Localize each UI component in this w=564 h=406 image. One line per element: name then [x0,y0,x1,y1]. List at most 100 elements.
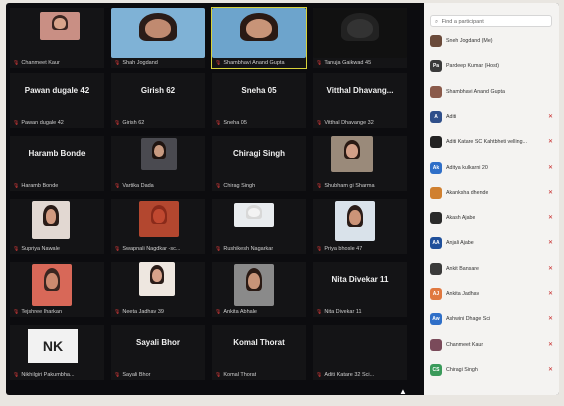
participant-list-item[interactable]: Aditi Katare SC Kahtbheti velling... ✕ [430,134,557,150]
muted-mic-icon[interactable]: ✕ [548,315,553,322]
participant-avatar [430,136,442,149]
muted-mic-icon: 🎙 [316,120,323,126]
participant-list-item[interactable]: Akanksha dhende ✕ [430,185,557,201]
video-tile[interactable]: Haramb Bonde 🎙 Haramb Bonde [10,136,104,191]
participants-panel: ⌕ Find a participant Sneh Jogdand (Me) Pa… [424,3,559,395]
video-tile[interactable]: 🎙 Priya bhosle 47 [313,199,407,254]
muted-mic-icon: 🎙 [215,372,222,378]
participant-name: Neeta Jadhav 39 [122,309,164,315]
participant-name-label: 🎙 Chanmeet Kaur [13,60,60,66]
participant-list-item[interactable]: AJ Ankita Jadhav ✕ [430,286,557,302]
participant-avatar [430,338,442,351]
video-tile[interactable]: Komal Thorat 🎙 Komal Thorat [212,325,306,380]
participant-name: Vartika Dada [122,183,154,189]
muted-mic-icon[interactable]: ✕ [548,113,553,120]
participant-search-input[interactable]: ⌕ Find a participant [430,15,552,27]
participant-list-name: Ankit Bansare [446,265,479,272]
participant-list-name: Akanksha dhende [446,189,489,196]
participant-list-name: Aditi Katare SC Kahtbheti velling... [446,139,527,146]
participant-list-item[interactable]: Ankit Bansare ✕ [430,261,557,277]
video-tile[interactable]: 🎙 Neeta Jadhav 39 [111,262,205,317]
video-tile[interactable]: Sneha 05 🎙 Sneha 05 [212,73,306,128]
video-tile[interactable]: 🎙 Supriya Nawale [10,199,104,254]
participant-name: Girish 62 [122,120,145,126]
video-tile[interactable]: 🎙 Rushikesh Nagarkar [212,199,306,254]
muted-mic-icon: 🎙 [316,246,323,252]
participant-name: Aditi Katare 32 Sci... [324,372,375,378]
video-tile[interactable]: 🎙 Aditi Katare 32 Sci... [313,325,407,380]
search-icon: ⌕ [435,19,439,25]
video-tile[interactable]: Nita Divekar 11 🎙 Nita Divekar 11 [313,262,407,317]
participant-list-name: Ankita Jadhav [446,291,480,297]
participant-list-item[interactable]: CS Chiragi Singh ✕ [430,362,557,378]
video-tile[interactable]: Vitthal Dhavang... 🎙 Vitthal Dhavange 32 [313,73,407,128]
video-tile[interactable]: 🎙 Chanmeet Kaur [10,8,104,68]
muted-mic-icon[interactable]: ✕ [548,164,553,171]
participant-video [234,203,274,227]
video-tile[interactable]: 🎙 Tejshree Iharkan [10,262,104,317]
muted-mic-icon: 🎙 [114,60,121,66]
muted-mic-icon[interactable]: ✕ [548,290,553,297]
muted-mic-icon[interactable]: ✕ [548,214,553,221]
muted-mic-icon: 🎙 [13,309,20,315]
participant-list-item[interactable]: Pa Pardeep Kumar (Host) [430,58,557,74]
muted-mic-icon: 🎙 [13,120,20,126]
participant-list-item[interactable]: AA Anjali Ajabe ✕ [430,235,557,251]
participant-list-item[interactable]: Ak Aditya kulkarni 20 ✕ [430,160,557,176]
participant-name: Pawan dugale 42 [21,120,64,126]
video-tile[interactable]: 🎙 Tanuja Gaikwad 45 [313,8,407,68]
video-tile[interactable]: 🎙 Shambhavi Anand Gupta [211,7,307,69]
participant-video [141,138,177,170]
participant-name-label: 🎙 Priya bhosle 47 [316,246,362,252]
video-tile[interactable]: Chiragi Singh 🎙 Chirag Singh [212,136,306,191]
participant-list-name: Sneh Jogdand (Me) [446,38,493,44]
participant-name: Chirag Singh [223,183,256,189]
video-tile[interactable]: NK 🎙 Nikhilgiri Pakumbha... [10,325,104,380]
participant-name: Swapnali Nagdkar -sc... [122,246,181,252]
video-tile[interactable]: 🎙 Shubham gi Sharma [313,136,407,191]
video-tile[interactable]: 🎙 Shah Jogdand [111,8,205,68]
video-tile[interactable]: 🎙 Swapnali Nagdkar -sc... [111,199,205,254]
video-tile[interactable]: 🎙 Ankita Abhale [212,262,306,317]
video-tile[interactable]: Pawan dugale 42 🎙 Pawan dugale 42 [10,73,104,128]
participant-list-item[interactable]: Sneh Jogdand (Me) [430,33,557,49]
participant-name-label: 🎙 Girish 62 [114,120,144,126]
participant-name-label: 🎙 Komal Thorat [215,372,256,378]
video-tile[interactable]: Girish 62 🎙 Girish 62 [111,73,205,128]
participant-name: Sneha 05 [223,120,247,126]
participant-video [32,201,70,239]
participant-name: Komal Thorat [223,372,257,378]
participant-name: Nita Divekar 11 [324,309,362,315]
participant-name-label: 🎙 Swapnali Nagdkar -sc... [114,246,180,252]
participant-list-item[interactable]: Shambhavi Anand Gupta [430,84,557,100]
muted-mic-icon[interactable]: ✕ [548,189,553,196]
participant-name: Priya bhosle 47 [324,246,363,252]
participant-name-label: 🎙 Rushikesh Nagarkar [215,246,273,252]
participant-list-item[interactable]: Aw Ashwini Dhage Sci ✕ [430,311,557,327]
muted-mic-icon[interactable]: ✕ [548,366,553,373]
participant-avatar [430,35,442,47]
muted-mic-icon[interactable]: ✕ [548,138,553,145]
muted-mic-icon: 🎙 [215,309,222,315]
participant-name-display: Girish 62 [140,86,176,95]
participant-name: Shah Jogdand [122,60,158,66]
video-tile[interactable]: 🎙 Vartika Dada [111,136,205,191]
participant-name-label: 🎙 Nikhilgiri Pakumbha... [13,372,75,378]
muted-mic-icon: 🎙 [215,183,222,189]
participant-list-item[interactable]: Akash Ajabe ✕ [430,210,557,226]
participant-name-label: 🎙 Ankita Abhale [215,309,257,315]
participant-avatar [430,85,442,98]
participant-list-item[interactable]: A Aditi ✕ [430,109,557,125]
participant-name-label: 🎙 Shah Jogdand [114,60,158,66]
video-tile[interactable]: Sayali Bhor 🎙 Sayali Bhor [111,325,205,380]
participant-avatar: AA [430,237,442,250]
muted-mic-icon[interactable]: ✕ [548,239,553,246]
participant-video [212,8,306,58]
muted-mic-icon[interactable]: ✕ [548,341,553,348]
participant-video [40,12,80,40]
participant-list-item[interactable]: Chanmeet Kaur ✕ [430,337,557,353]
participant-name: Shambhavi Anand Gupta [223,60,285,66]
muted-mic-icon[interactable]: ✕ [548,265,553,272]
participant-initials-avatar: NK [28,329,78,363]
muted-mic-icon: 🎙 [316,372,323,378]
